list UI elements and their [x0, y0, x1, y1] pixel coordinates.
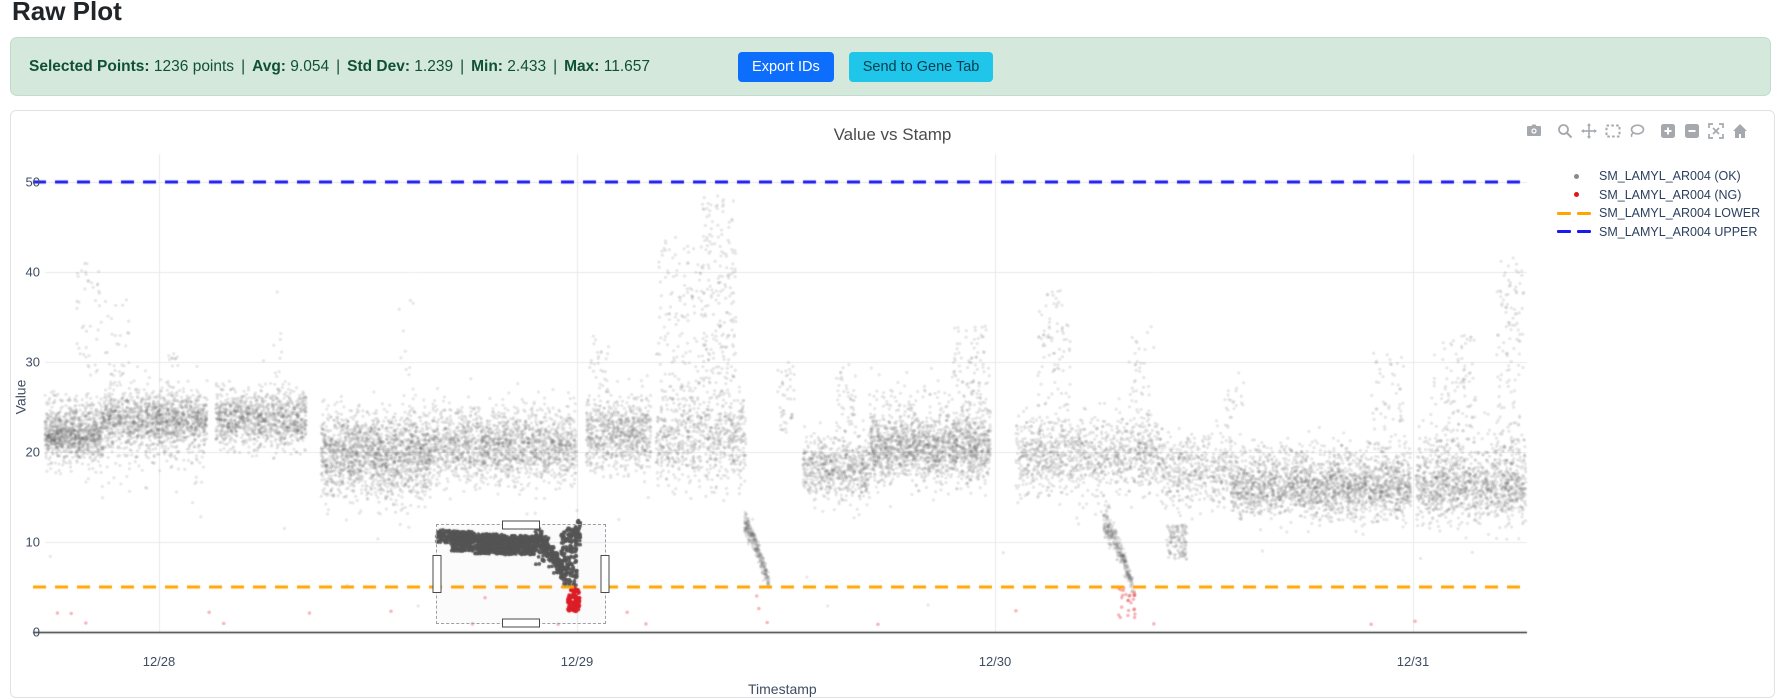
y-tick-label: 20: [25, 444, 40, 460]
legend-item-upper[interactable]: SM_LAMYL_AR004 UPPER: [1557, 223, 1760, 242]
page: Raw Plot Selected Points: 1236 points | Av…: [0, 0, 1783, 700]
plot-area[interactable]: [11, 111, 1774, 697]
y-tick-label: 40: [25, 264, 40, 280]
chart-title: Value vs Stamp: [833, 125, 952, 144]
x-axis-title: Timestamp: [748, 681, 817, 697]
selection-handle-left[interactable]: [432, 555, 442, 594]
selection-handle-top[interactable]: [502, 520, 541, 530]
x-tick-label: 12/31: [1396, 654, 1430, 669]
stat-value: 2.433: [507, 57, 547, 75]
camera-icon[interactable]: [1526, 123, 1542, 139]
page-title: Raw Plot: [12, 0, 122, 26]
legend-item-ok[interactable]: SM_LAMYL_AR004 (OK): [1557, 167, 1760, 186]
legend-label: SM_LAMYL_AR004 LOWER: [1599, 206, 1761, 221]
legend-dash-marker: [1557, 230, 1595, 234]
export-ids-button[interactable]: Export IDs: [738, 51, 834, 82]
stats-buttons: Export IDs Send to Gene Tab: [738, 51, 994, 82]
y-tick-label: 50: [25, 174, 40, 190]
selection-box[interactable]: [432, 520, 610, 628]
stat-separator: |: [553, 57, 558, 75]
legend-label: SM_LAMYL_AR004 UPPER: [1599, 224, 1758, 239]
legend-label: SM_LAMYL_AR004 (OK): [1599, 169, 1741, 184]
zoom-out-icon[interactable]: [1684, 123, 1700, 139]
lasso-icon[interactable]: [1629, 123, 1645, 139]
selection-handle-bottom[interactable]: [502, 618, 541, 628]
stat-separator: |: [460, 57, 465, 75]
modebar-group: [1557, 123, 1645, 139]
plotly-modebar: [1511, 123, 1748, 139]
stat-label: Max:: [564, 57, 600, 75]
y-axis-title: Value: [12, 379, 29, 415]
chart-card: Value vs Stamp SM_LAMYL_AR004 (OK) SM_LAM…: [10, 110, 1775, 698]
x-tick-label: 12/28: [142, 654, 176, 669]
x-tick-label: 12/29: [560, 654, 594, 669]
legend-item-ng[interactable]: SM_LAMYL_AR004 (NG): [1557, 186, 1760, 205]
stat-separator: |: [336, 57, 341, 75]
selection-stats-bar: Selected Points: 1236 points | Avg: 9.054 |…: [10, 37, 1771, 96]
stat-value: 1.239: [414, 57, 454, 75]
stat-label: Min:: [471, 57, 503, 75]
legend-dot-marker: [1557, 173, 1595, 179]
y-tick-label: 0: [32, 624, 40, 640]
legend-label: SM_LAMYL_AR004 (NG): [1599, 187, 1742, 202]
send-to-gene-tab-button[interactable]: Send to Gene Tab: [848, 51, 994, 82]
stat-value: 1236 points: [153, 57, 235, 75]
zoom-in-icon[interactable]: [1660, 123, 1676, 139]
stat-label: Std Dev:: [347, 57, 410, 75]
home-icon[interactable]: [1732, 123, 1748, 139]
y-tick-label: 10: [25, 534, 40, 550]
stat-value: 11.657: [603, 57, 651, 75]
stat-separator: |: [241, 57, 246, 75]
y-tick-label: 30: [25, 354, 40, 370]
modebar-group: [1526, 123, 1542, 139]
stat-value: 9.054: [290, 57, 330, 75]
selection-stats-text: Selected Points: 1236 points | Avg: 9.054 |…: [29, 58, 650, 76]
zoom-icon[interactable]: [1557, 123, 1573, 139]
legend-dot-marker: [1557, 192, 1595, 198]
modebar-group: [1660, 123, 1748, 139]
legend: SM_LAMYL_AR004 (OK) SM_LAMYL_AR004 (NG) SM…: [1557, 167, 1760, 241]
x-tick-label: 12/30: [978, 654, 1012, 669]
selection-handle-right[interactable]: [600, 555, 610, 594]
legend-item-lower[interactable]: SM_LAMYL_AR004 LOWER: [1557, 204, 1760, 223]
autoscale-icon[interactable]: [1708, 123, 1724, 139]
stat-label: Avg:: [252, 57, 286, 75]
pan-icon[interactable]: [1581, 123, 1597, 139]
stat-label: Selected Points:: [29, 57, 150, 75]
box-select-icon[interactable]: [1605, 123, 1621, 139]
legend-dash-marker: [1557, 211, 1595, 215]
